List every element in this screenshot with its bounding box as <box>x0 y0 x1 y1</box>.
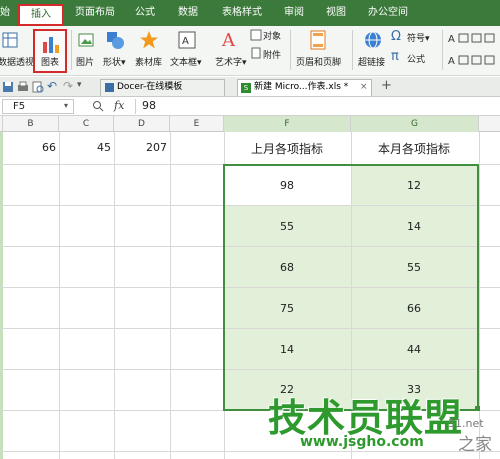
zoom-icon[interactable] <box>92 100 104 112</box>
docer-icon <box>105 83 114 92</box>
hyperlink-button[interactable]: 超链接 <box>358 55 385 68</box>
textbox-icon: A <box>178 31 196 49</box>
selection-border <box>223 164 479 411</box>
grid-line <box>0 451 500 452</box>
menu-data[interactable]: 数据 <box>178 0 198 26</box>
attachment-icon <box>251 47 261 59</box>
material-library-button[interactable]: 素材库 <box>135 55 162 68</box>
formula-bar: F5 ▾ fx 98 <box>0 97 500 116</box>
pivot-table-icon <box>2 32 18 48</box>
wordart-icon: A <box>221 30 236 50</box>
spreadsheet-grid: 66 45 207 上月各项指标 本月各项指标 98 12 55 14 68 5… <box>0 132 500 459</box>
watermark-corner-url: 51.net <box>448 417 484 430</box>
textbox-button[interactable]: 文本框▾ <box>170 55 202 68</box>
svg-text:A: A <box>221 30 236 50</box>
pi-icon: π <box>391 49 399 64</box>
ribbon-divider <box>290 30 291 70</box>
attachment-button[interactable]: 附件 <box>263 48 281 61</box>
name-box-value: F5 <box>13 101 26 112</box>
column-header-g[interactable]: G <box>351 116 479 132</box>
document-tab-bar: ↶ ↷ ▾ Docer-在线模板 S 新建 Micro...作表.xls * ×… <box>0 77 500 97</box>
chart-icon <box>43 37 59 53</box>
object-icon <box>250 29 262 41</box>
menu-view[interactable]: 视图 <box>326 0 346 26</box>
column-header-e[interactable]: E <box>170 116 224 132</box>
wordart-label: 艺术字 <box>215 58 243 68</box>
chart-label: 图表 <box>41 58 60 68</box>
watermark-url: www.jsgho.com <box>300 434 424 450</box>
ribbon-divider <box>352 30 353 70</box>
quick-access-chevron-icon[interactable]: ▾ <box>77 80 82 90</box>
picture-button[interactable]: 图片 <box>76 55 94 68</box>
symbol-label: 符号 <box>407 34 426 44</box>
picture-icon <box>78 33 94 47</box>
formula-button[interactable]: 公式 <box>407 52 425 65</box>
chevron-down-icon: ▾ <box>121 58 126 68</box>
svg-text:A: A <box>182 36 189 47</box>
tab-workbook-label: 新建 Micro...作表.xls * <box>254 82 349 92</box>
formula-divider <box>135 99 136 114</box>
header-last-month[interactable]: 上月各项指标 <box>227 140 347 157</box>
chevron-down-icon: ▾ <box>425 34 430 44</box>
symbol-button[interactable]: 符号▾ <box>407 31 430 44</box>
column-headers: B C D E F G <box>0 116 500 132</box>
ribbon-divider <box>71 30 72 70</box>
column-header-d[interactable]: D <box>114 116 170 132</box>
undo-icon[interactable]: ↶ <box>47 79 57 93</box>
menu-home-partial[interactable]: 始 <box>0 0 10 26</box>
star-icon <box>140 31 158 49</box>
header-footer-icon <box>310 30 326 50</box>
object-button[interactable]: 对象 <box>263 29 281 42</box>
header-this-month[interactable]: 本月各项指标 <box>354 140 474 157</box>
redo-icon[interactable]: ↷ <box>63 79 73 93</box>
spreadsheet-icon: S <box>241 83 251 93</box>
hyperlink-icon <box>365 31 381 49</box>
print-preview-icon[interactable] <box>32 81 44 93</box>
svg-text:A: A <box>448 34 455 45</box>
omega-icon: Ω <box>391 29 401 44</box>
menu-insert-label: 插入 <box>31 9 51 20</box>
shape-button[interactable]: 形状▾ <box>103 55 126 68</box>
cell-c1[interactable]: 45 <box>85 141 111 154</box>
print-icon[interactable] <box>17 81 29 93</box>
column-header-b[interactable]: B <box>3 116 59 132</box>
svg-text:A: A <box>448 56 455 67</box>
tab-docer-templates[interactable]: Docer-在线模板 <box>100 79 225 96</box>
shape-label: 形状 <box>103 58 122 68</box>
ribbon-toolbar: 数据透视表 图表 图片 形状▾ 素材库 A 文本框▾ A 艺术字▾ 对象 附件 … <box>0 26 500 76</box>
shape-icon <box>107 32 124 49</box>
chart-button[interactable]: 图表 <box>33 29 67 73</box>
column-header-c[interactable]: C <box>59 116 114 132</box>
close-tab-icon[interactable]: × <box>360 80 368 95</box>
textbox-label: 文本框 <box>170 58 198 68</box>
menu-page-layout[interactable]: 页面布局 <box>75 0 115 26</box>
cell-d1[interactable]: 207 <box>135 141 167 154</box>
menu-office-space[interactable]: 办公空间 <box>368 0 408 26</box>
ribbon-divider <box>442 30 443 70</box>
watermark-corner: 之家 <box>458 435 492 455</box>
wordart-button[interactable]: 艺术字▾ <box>215 55 247 68</box>
tab-docer-label: Docer-在线模板 <box>117 82 183 92</box>
menu-insert-tab[interactable]: 插入 <box>18 4 64 26</box>
fill-handle[interactable] <box>475 406 480 411</box>
fx-icon[interactable]: fx <box>114 99 124 112</box>
chevron-down-icon: ▾ <box>242 58 247 68</box>
new-tab-icon[interactable]: + <box>381 78 392 93</box>
column-header-next[interactable] <box>479 116 500 132</box>
menu-table-style[interactable]: 表格样式 <box>222 0 262 26</box>
tab-workbook[interactable]: S 新建 Micro...作表.xls * × <box>237 79 372 96</box>
menu-review[interactable]: 审阅 <box>284 0 304 26</box>
cell-b1[interactable]: 66 <box>30 141 56 154</box>
menu-formula[interactable]: 公式 <box>135 0 155 26</box>
chevron-down-icon: ▾ <box>64 101 69 110</box>
chevron-down-icon: ▾ <box>197 58 202 68</box>
formula-input[interactable]: 98 <box>142 99 156 112</box>
save-icon[interactable] <box>2 81 14 93</box>
text-tools-icons: A A <box>448 33 495 67</box>
menu-bar: 始 插入 页面布局 公式 数据 表格样式 审阅 视图 办公空间 <box>0 0 500 26</box>
name-box[interactable]: F5 ▾ <box>2 99 74 114</box>
column-header-f[interactable]: F <box>224 116 351 132</box>
header-footer-button[interactable]: 页眉和页脚 <box>296 55 341 68</box>
